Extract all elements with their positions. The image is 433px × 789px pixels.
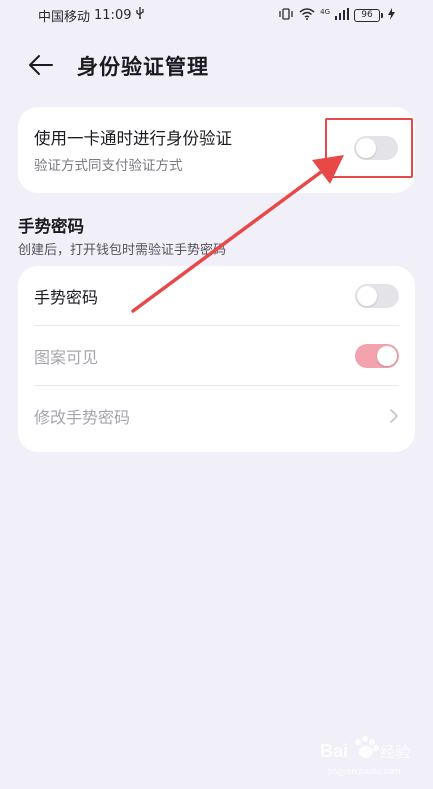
onecard-verification-title: 使用一卡通时进行身份验证 [34, 129, 232, 148]
network-type: 4G [320, 7, 330, 16]
vibrate-icon [278, 7, 294, 23]
wifi-icon [299, 7, 315, 23]
pattern-visible-toggle [355, 344, 399, 368]
change-gesture-password-row: 修改手势密码 [18, 386, 415, 446]
status-left: 中国移动 11:09 [38, 6, 145, 25]
back-button[interactable] [26, 50, 56, 80]
signal-icon [335, 7, 349, 23]
gesture-password-card: 手势密码 图案可见 修改手势密码 [18, 266, 415, 452]
pattern-visible-label: 图案可见 [34, 348, 99, 367]
status-right: 4G 96 [278, 7, 395, 23]
carrier-name: 中国移动 [38, 9, 91, 25]
gesture-password-label: 手势密码 [34, 288, 99, 307]
status-time: 11:09 [94, 7, 132, 23]
gesture-password-toggle[interactable] [355, 284, 399, 308]
back-arrow-icon [29, 55, 53, 75]
gesture-password-row[interactable]: 手势密码 [18, 266, 415, 326]
baidu-jingyan-watermark-icon: Bai 经验 jingyan.baidu.com [320, 736, 410, 776]
usb-icon [135, 7, 145, 23]
gesture-section-subtitle: 创建后，打开钱包时需验证手势密码 [18, 243, 227, 258]
status-bar: 中国移动 11:09 4G 96 [0, 0, 433, 30]
annotation-highlight-box [325, 118, 413, 178]
onecard-verification-subtitle: 验证方式同支付验证方式 [34, 158, 183, 174]
svg-text:经验: 经验 [380, 744, 410, 761]
svg-text:Bai: Bai [320, 741, 348, 761]
gesture-section-title: 手势密码 [18, 217, 84, 236]
change-gesture-password-label: 修改手势密码 [34, 408, 131, 427]
header: 身份验证管理 [0, 42, 433, 88]
page-title: 身份验证管理 [77, 55, 209, 79]
svg-text:jingyan.baidu.com: jingyan.baidu.com [327, 766, 401, 776]
toggle-knob [357, 286, 377, 306]
chevron-right-icon [389, 408, 399, 424]
pattern-visible-row: 图案可见 [18, 326, 415, 386]
toggle-knob [377, 346, 397, 366]
charging-icon [388, 7, 395, 23]
battery-indicator: 96 [354, 8, 383, 22]
